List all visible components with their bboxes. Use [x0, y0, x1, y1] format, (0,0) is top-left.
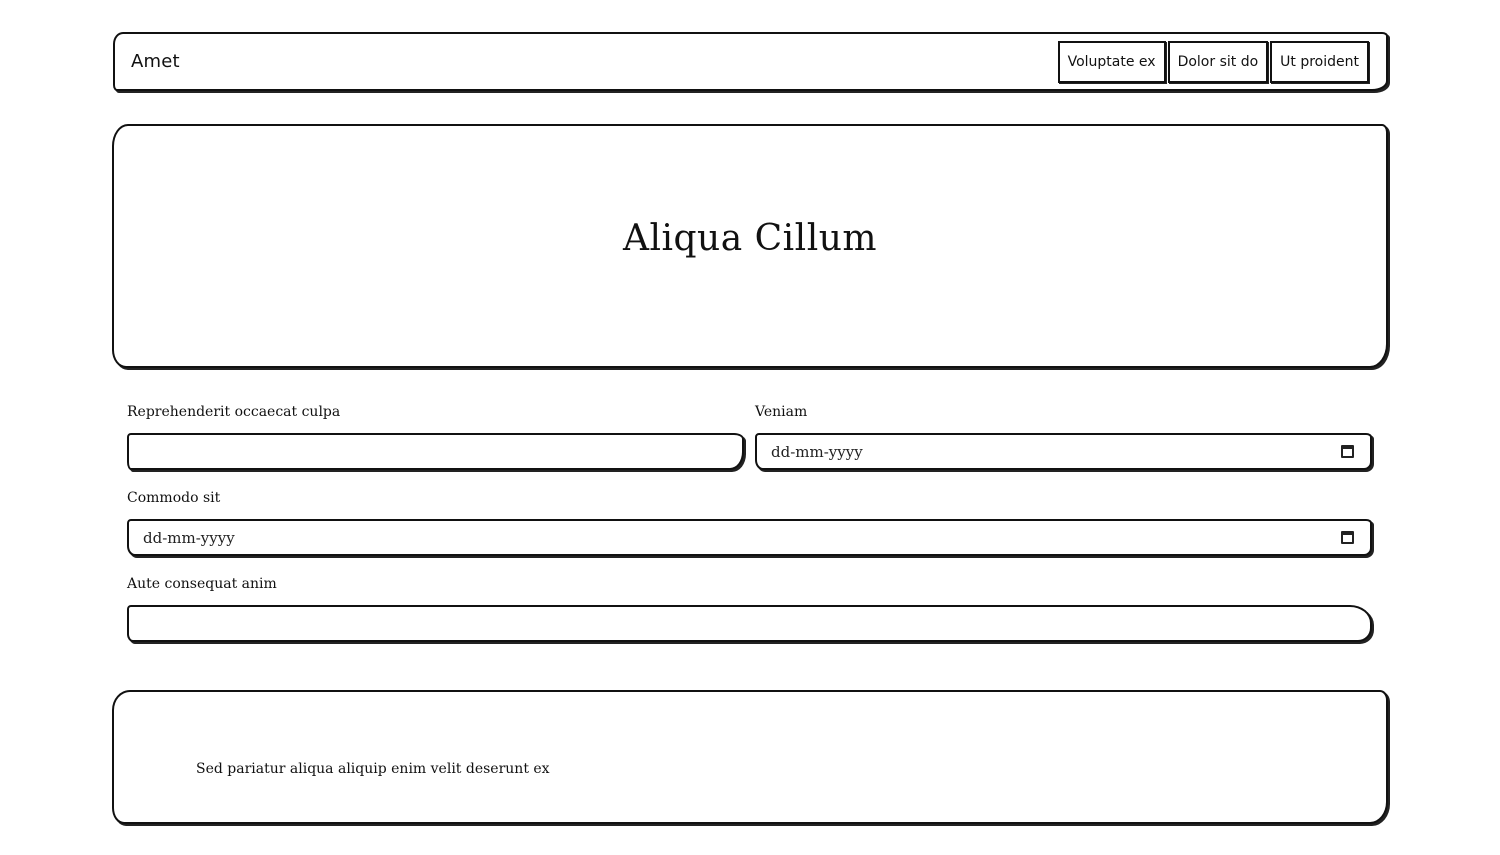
nav-link-dolor-sit-do[interactable]: Dolor sit do: [1167, 41, 1269, 83]
footer-section: Sed pariatur aliqua aliquip enim velit d…: [112, 690, 1388, 824]
field-label-aute-consequat: Aute consequat anim: [127, 576, 277, 592]
nav-links: Voluptate ex Dolor sit do Ut proident: [1057, 41, 1369, 83]
nav-link-ut-proident[interactable]: Ut proident: [1270, 41, 1369, 83]
commodo-sit-date-input[interactable]: dd-mm-yyyy: [127, 519, 1372, 556]
footer-text: Sed pariatur aliqua aliquip enim velit d…: [196, 761, 550, 777]
calendar-icon[interactable]: [1341, 531, 1354, 544]
nav-link-voluptate-ex[interactable]: Voluptate ex: [1057, 41, 1166, 83]
field-label-veniam: Veniam: [755, 404, 808, 420]
field-label-commodo-sit: Commodo sit: [127, 490, 221, 506]
field-label-reprehenderit: Reprehenderit occaecat culpa: [127, 404, 341, 420]
hero-section: Aliqua Cillum: [112, 124, 1388, 368]
top-navbar: Amet Voluptate ex Dolor sit do Ut proide…: [113, 32, 1388, 91]
hero-title: Aliqua Cillum: [622, 218, 878, 259]
calendar-icon[interactable]: [1341, 445, 1354, 458]
commodo-sit-date-placeholder: dd-mm-yyyy: [143, 529, 235, 547]
aute-consequat-input[interactable]: [127, 605, 1372, 642]
veniam-date-placeholder: dd-mm-yyyy: [771, 443, 863, 461]
reprehenderit-input[interactable]: [127, 433, 744, 470]
brand-logo[interactable]: Amet: [131, 51, 180, 72]
veniam-date-input[interactable]: dd-mm-yyyy: [755, 433, 1372, 470]
